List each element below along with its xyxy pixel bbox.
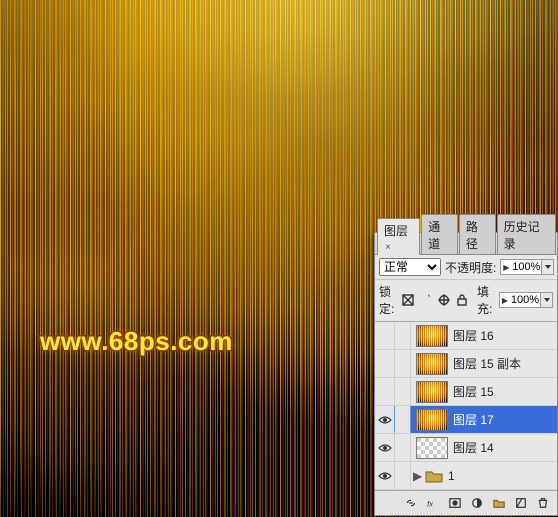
chevron-right-icon[interactable]: ▶	[501, 263, 511, 272]
layer-name[interactable]: 图层 16	[453, 327, 557, 344]
tab-paths[interactable]: 路径	[459, 214, 496, 254]
panel-tabs: 图层× 通道 路径 历史记录	[375, 233, 557, 255]
chevron-right-icon[interactable]: ▶	[500, 296, 510, 305]
visibility-toggle[interactable]	[375, 350, 395, 377]
link-cell[interactable]	[395, 350, 411, 377]
link-icon[interactable]	[401, 494, 421, 512]
fill-input[interactable]	[510, 294, 540, 306]
link-cell[interactable]	[395, 434, 411, 461]
link-cell[interactable]	[395, 322, 411, 349]
layer-row[interactable]: 图层 16	[375, 322, 557, 350]
visibility-toggle[interactable]	[375, 378, 395, 405]
layer-row[interactable]: 图层 15 副本	[375, 350, 557, 378]
opacity-input[interactable]	[511, 261, 541, 273]
adjustment-icon[interactable]	[467, 494, 487, 512]
layer-name[interactable]: 1	[448, 469, 557, 483]
blend-mode-select[interactable]: 正常	[379, 258, 441, 276]
fill-spinner[interactable]: ▶	[499, 292, 553, 308]
layer-name[interactable]: 图层 14	[453, 439, 557, 456]
visibility-toggle[interactable]	[375, 462, 395, 489]
fx-icon[interactable]: fx	[423, 494, 443, 512]
tab-layers-label: 图层	[384, 224, 408, 238]
layer-name[interactable]: 图层 15	[453, 383, 557, 400]
lock-fill-row: 锁定: 填充: ▶	[375, 280, 557, 322]
layer-row[interactable]: 图层 15	[375, 378, 557, 406]
fill-dropdown-icon[interactable]	[540, 293, 552, 307]
lock-label: 锁定:	[379, 283, 397, 317]
opacity-spinner[interactable]: ▶	[500, 259, 554, 275]
layer-row[interactable]: 图层 17	[375, 406, 557, 434]
lock-position-icon[interactable]	[437, 293, 451, 308]
tab-layers[interactable]: 图层 ×	[377, 218, 420, 255]
blend-opacity-row: 正常 不透明度: ▶	[375, 255, 557, 280]
visibility-toggle[interactable]	[375, 406, 395, 433]
lock-pixels-icon[interactable]	[419, 293, 433, 308]
layer-list: 图层 16图层 15 副本图层 15图层 17图层 14▶1	[375, 322, 557, 490]
link-cell[interactable]	[395, 406, 411, 433]
watermark-68ps: www.68ps.com	[40, 326, 233, 357]
tab-channels[interactable]: 通道	[421, 214, 458, 254]
lock-all-icon[interactable]	[455, 293, 469, 308]
layer-name[interactable]: 图层 15 副本	[453, 355, 557, 372]
new-layer-icon[interactable]	[511, 494, 531, 512]
layer-thumbnail[interactable]	[416, 409, 448, 431]
lock-transparent-icon[interactable]	[401, 293, 415, 308]
link-cell[interactable]	[395, 378, 411, 405]
mask-icon[interactable]	[445, 494, 465, 512]
layer-row[interactable]: 图层 14	[375, 434, 557, 462]
layer-name[interactable]: 图层 17	[453, 411, 557, 428]
layer-thumbnail[interactable]	[416, 325, 448, 347]
group-icon[interactable]	[489, 494, 509, 512]
tab-history[interactable]: 历史记录	[497, 214, 556, 254]
fill-label: 填充:	[477, 283, 495, 317]
svg-text:fx: fx	[427, 499, 434, 508]
disclosure-triangle-icon[interactable]: ▶	[413, 469, 423, 483]
layer-thumbnail[interactable]	[416, 437, 448, 459]
link-cell[interactable]	[395, 462, 411, 489]
layer-thumbnail[interactable]	[416, 353, 448, 375]
close-icon[interactable]: ×	[385, 242, 391, 253]
opacity-dropdown-icon[interactable]	[541, 260, 553, 274]
layer-thumbnail[interactable]	[416, 381, 448, 403]
trash-icon[interactable]	[533, 494, 553, 512]
folder-icon	[425, 465, 443, 487]
layer-row[interactable]: ▶1	[375, 462, 557, 490]
panel-footer: fx	[375, 490, 557, 515]
opacity-label: 不透明度:	[445, 259, 496, 276]
visibility-toggle[interactable]	[375, 322, 395, 349]
layers-panel: 图层× 通道 路径 历史记录 正常 不透明度: ▶ 锁定: 填充: ▶ 图层 1…	[374, 232, 558, 516]
visibility-toggle[interactable]	[375, 434, 395, 461]
